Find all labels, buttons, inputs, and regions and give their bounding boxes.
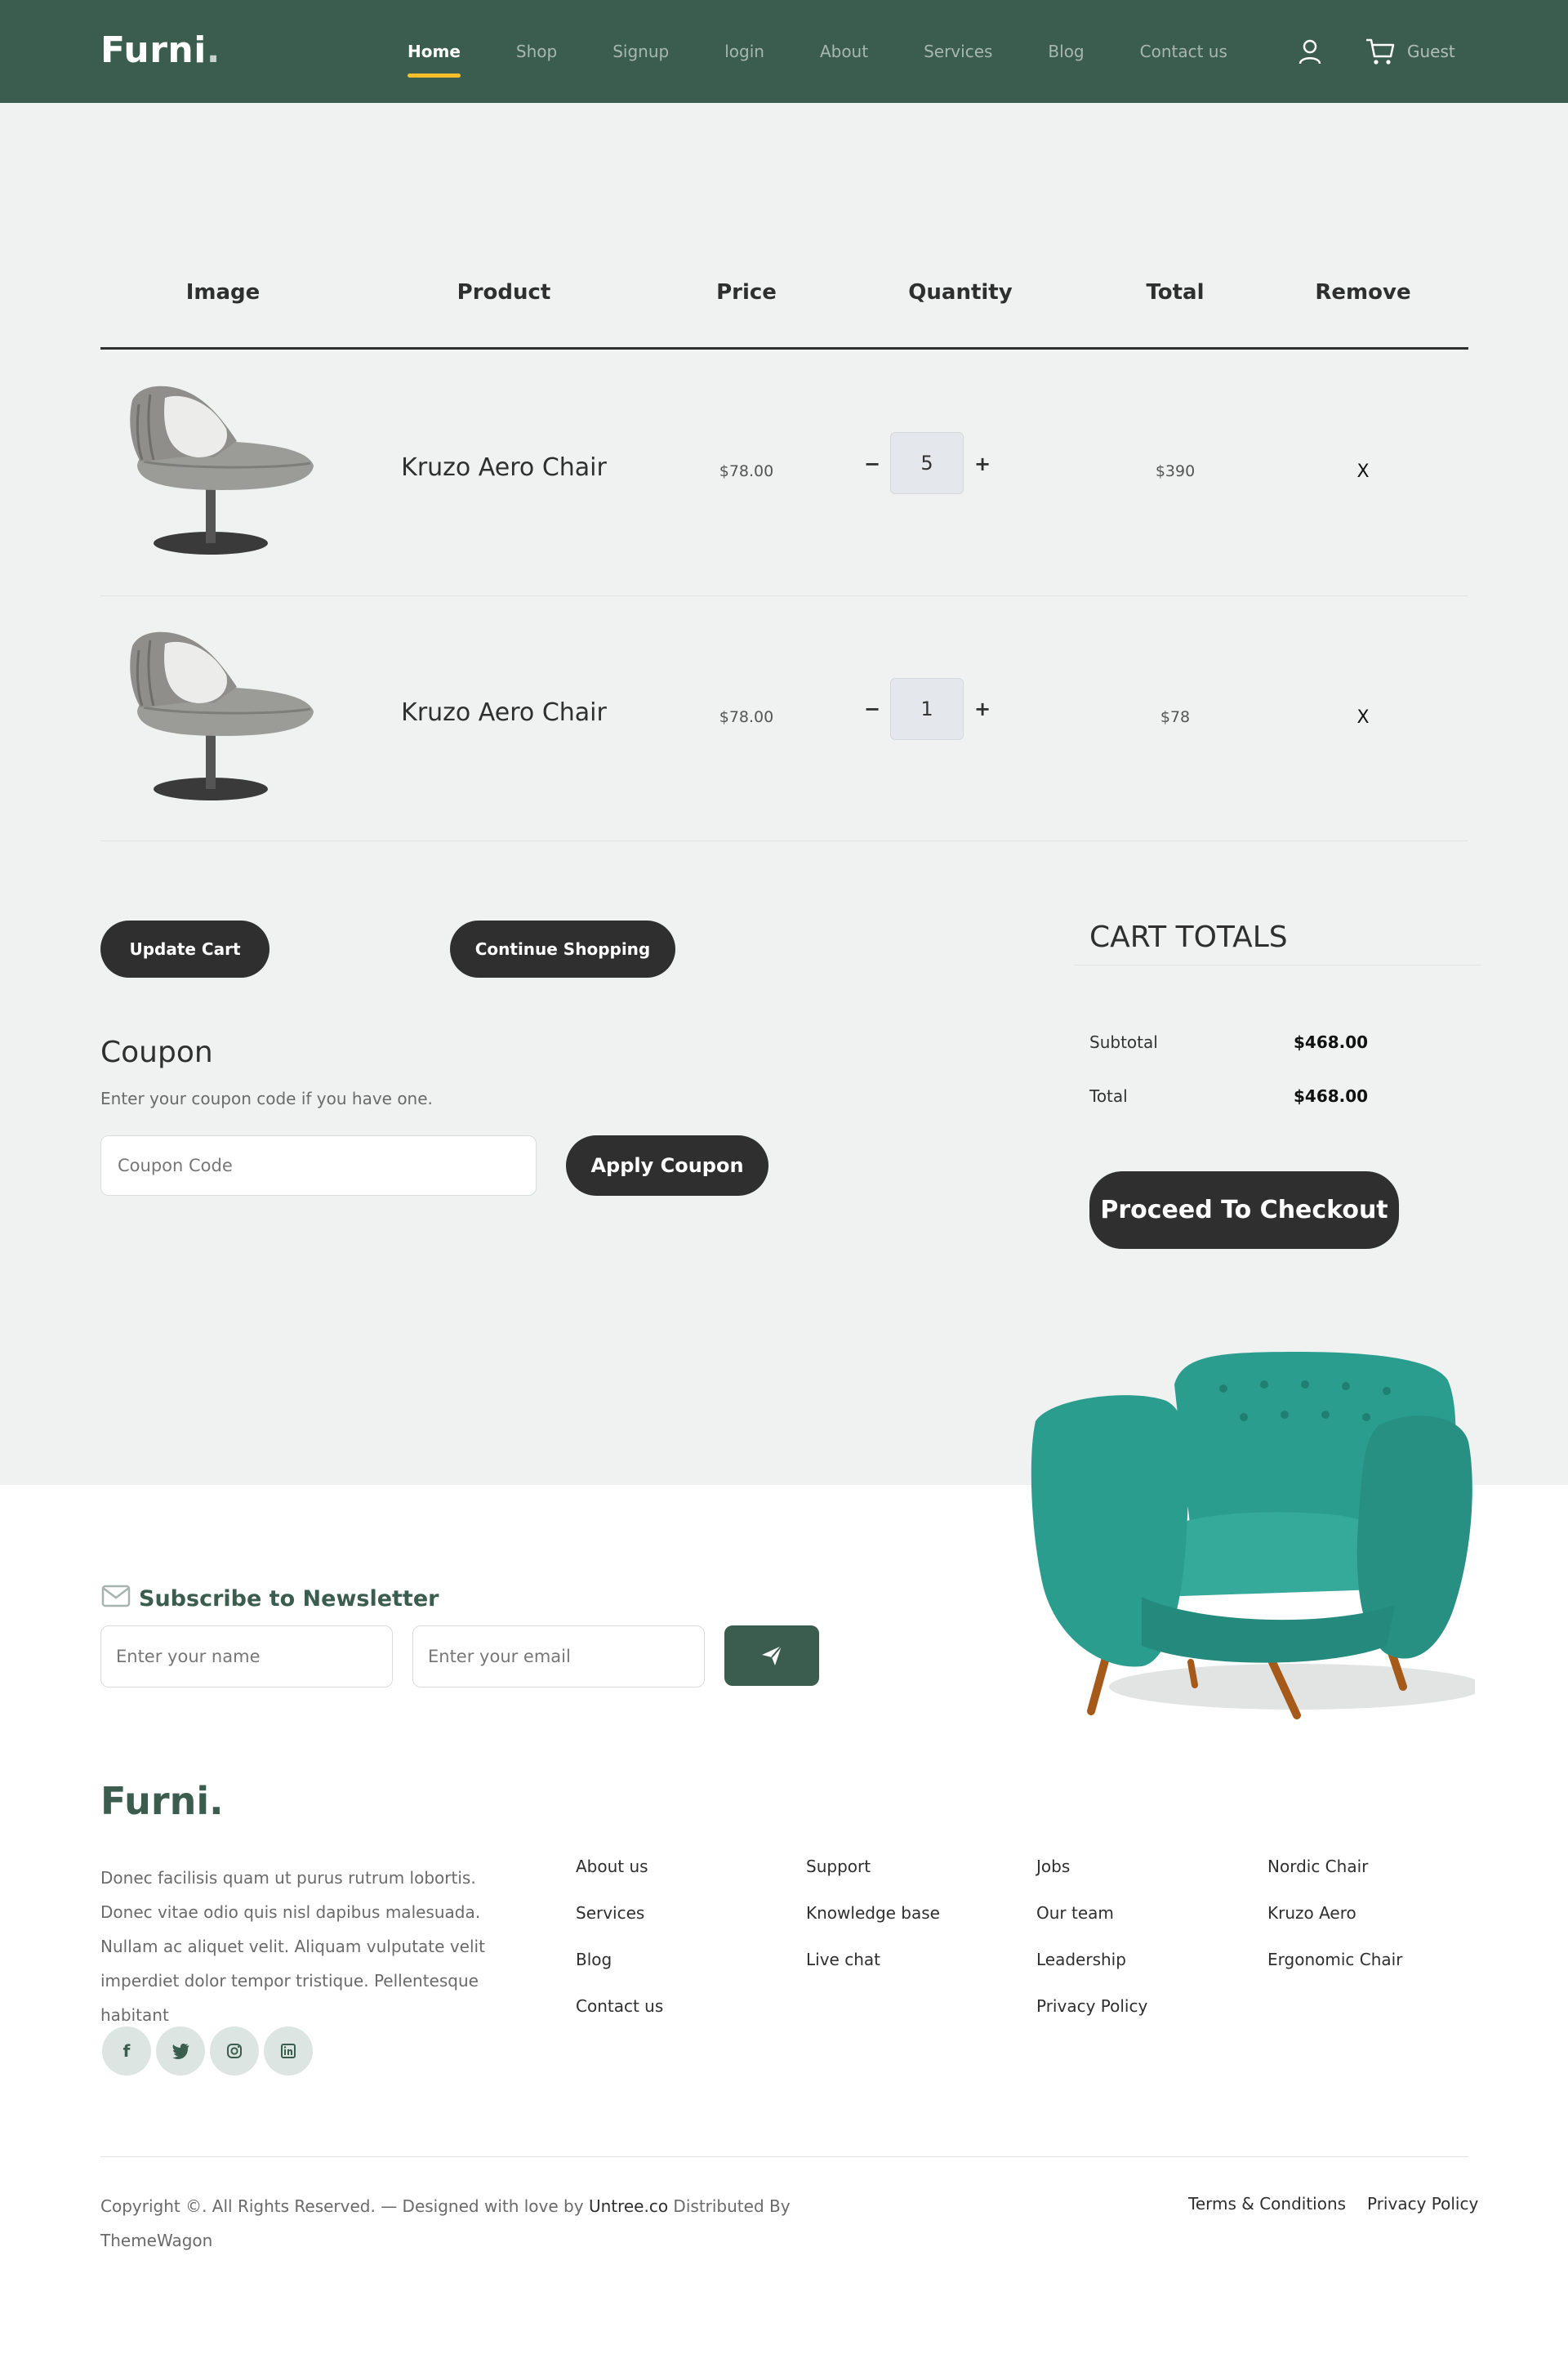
privacy-policy-link[interactable]: Privacy Policy: [1367, 2194, 1478, 2214]
remove-item-button[interactable]: X: [1339, 461, 1388, 482]
copyright-mid: Distributed By: [668, 2196, 791, 2216]
quantity-increase-button[interactable]: +: [970, 698, 995, 720]
envelope-icon: [101, 1585, 131, 1607]
total-value: $468.00: [1294, 1086, 1369, 1106]
brand-logo[interactable]: Furni.: [100, 29, 220, 71]
product-image-chair: [130, 386, 314, 555]
nav-link-blog[interactable]: Blog: [1048, 35, 1084, 68]
footer-link-knowledge-base[interactable]: Knowledge base: [806, 1903, 940, 1950]
product-price: $78.00: [719, 462, 774, 480]
nav-link-shop[interactable]: Shop: [516, 35, 557, 68]
footer-link-support[interactable]: Support: [806, 1857, 940, 1903]
footer-link-our-team[interactable]: Our team: [1036, 1903, 1147, 1950]
footer-link-blog[interactable]: Blog: [576, 1950, 663, 1996]
col-header-quantity: Quantity: [908, 280, 1013, 305]
quantity-input[interactable]: 1: [890, 678, 964, 740]
newsletter-name-input[interactable]: Enter your name: [100, 1625, 393, 1688]
newsletter-email-input[interactable]: Enter your email: [412, 1625, 705, 1688]
coupon-title: Coupon: [100, 1036, 213, 1069]
nav-link-about[interactable]: About: [820, 35, 868, 68]
product-image-chair: [130, 631, 314, 800]
nav-links: Home Shop Signup login About Services Bl…: [392, 0, 1227, 103]
terms-link[interactable]: Terms & Conditions: [1188, 2194, 1346, 2214]
row-divider: [100, 595, 1468, 596]
footer-link-ergonomic-chair[interactable]: Ergonomic Chair: [1267, 1950, 1402, 1996]
proceed-to-checkout-button[interactable]: Proceed To Checkout: [1089, 1171, 1399, 1249]
update-cart-button[interactable]: Update Cart: [100, 921, 270, 978]
footer-divider: [100, 2156, 1468, 2157]
quantity-increase-button[interactable]: +: [970, 453, 995, 475]
continue-shopping-button[interactable]: Continue Shopping: [450, 921, 675, 978]
coupon-code-input[interactable]: Coupon Code: [100, 1135, 537, 1196]
line-total: $390: [1155, 462, 1196, 480]
col-header-image: Image: [185, 280, 261, 305]
col-header-price: Price: [716, 280, 777, 305]
themewagon-link[interactable]: ThemeWagon: [100, 2231, 212, 2250]
quantity-decrease-button[interactable]: −: [860, 453, 884, 475]
footer-links-col-2: Support Knowledge base Live chat: [806, 1857, 940, 1996]
copyright-text: Copyright ©. All Rights Reserved. — Desi…: [100, 2189, 803, 2258]
nav-link-signup[interactable]: Signup: [612, 35, 669, 68]
nav-link-home[interactable]: Home: [408, 35, 461, 78]
cart-totals-title: CART TOTALS: [1089, 921, 1288, 954]
nav-icons: Guest: [1294, 36, 1455, 67]
coupon-subtitle: Enter your coupon code if you have one.: [100, 1089, 433, 1108]
footer-link-jobs[interactable]: Jobs: [1036, 1857, 1147, 1903]
footer-link-nordic-chair[interactable]: Nordic Chair: [1267, 1857, 1402, 1903]
copyright-prefix: Copyright ©. All Rights Reserved. — Desi…: [100, 2196, 589, 2216]
total-label: Total: [1089, 1086, 1128, 1106]
table-header-divider: [100, 347, 1468, 350]
armchair-image: [1031, 1352, 1475, 1719]
newsletter-title: Subscribe to Newsletter: [139, 1586, 439, 1612]
quantity-decrease-button[interactable]: −: [860, 698, 884, 720]
footer-links-col-3: Jobs Our team Leadership Privacy Policy: [1036, 1857, 1147, 2043]
footer-links-col-1: About us Services Blog Contact us: [576, 1857, 663, 2043]
footer-link-leadership[interactable]: Leadership: [1036, 1950, 1147, 1996]
nav-link-login[interactable]: login: [724, 35, 764, 68]
footer-link-kruzo-aero[interactable]: Kruzo Aero: [1267, 1903, 1402, 1950]
footer-description: Donec facilisis quam ut purus rutrum lob…: [100, 1868, 485, 2025]
instagram-icon[interactable]: [210, 2026, 259, 2075]
twitter-icon[interactable]: [156, 2026, 205, 2075]
navbar: Furni. Home Shop Signup login About Serv…: [0, 0, 1568, 103]
cart-icon[interactable]: [1365, 36, 1396, 67]
linkedin-icon[interactable]: [264, 2026, 313, 2075]
product-price: $78.00: [719, 708, 774, 726]
footer-link-contact[interactable]: Contact us: [576, 1996, 663, 2043]
footer-link-privacy[interactable]: Privacy Policy: [1036, 1996, 1147, 2043]
col-header-remove: Remove: [1315, 280, 1411, 305]
col-header-total: Total: [1146, 280, 1205, 305]
nav-link-services[interactable]: Services: [924, 35, 992, 68]
footer-links-col-4: Nordic Chair Kruzo Aero Ergonomic Chair: [1267, 1857, 1402, 1996]
footer-link-about[interactable]: About us: [576, 1857, 663, 1903]
row-divider: [100, 840, 1468, 841]
line-total: $78: [1160, 708, 1191, 726]
subtotal-label: Subtotal: [1089, 1032, 1158, 1052]
subtotal-value: $468.00: [1294, 1032, 1369, 1052]
product-name: Kruzo Aero Chair: [401, 698, 607, 727]
user-icon[interactable]: [1294, 36, 1325, 67]
untree-link[interactable]: Untree.co: [589, 2196, 668, 2216]
facebook-icon[interactable]: f: [102, 2026, 151, 2075]
product-name: Kruzo Aero Chair: [401, 453, 607, 482]
quantity-input[interactable]: 5: [890, 432, 964, 494]
newsletter-submit-button[interactable]: [724, 1625, 819, 1686]
col-header-product: Product: [457, 280, 551, 305]
footer-brand[interactable]: Furni.: [100, 1779, 224, 1823]
apply-coupon-button[interactable]: Apply Coupon: [566, 1135, 768, 1196]
guest-label: Guest: [1407, 42, 1455, 61]
nav-link-contact[interactable]: Contact us: [1140, 35, 1227, 68]
footer-link-live-chat[interactable]: Live chat: [806, 1950, 940, 1996]
send-icon: [762, 1645, 782, 1665]
footer-link-services[interactable]: Services: [576, 1903, 663, 1950]
remove-item-button[interactable]: X: [1339, 707, 1388, 728]
